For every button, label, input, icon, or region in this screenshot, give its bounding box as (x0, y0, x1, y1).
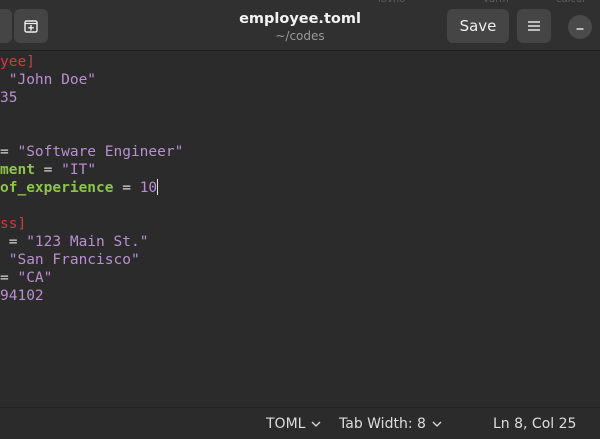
section-header: yee] (0, 54, 35, 70)
operator-token: = (113, 180, 140, 196)
chevron-down-icon (311, 421, 321, 427)
header-bar: lovno varm calcul employee.toml ~/codes … (0, 0, 600, 51)
string-token: "CA" (17, 270, 53, 286)
code-line[interactable]: "John Doe" (0, 71, 96, 89)
text-cursor (157, 179, 159, 195)
code-line[interactable]: = "123 Main St." (0, 233, 149, 251)
code-line[interactable]: "San Francisco" (0, 251, 140, 269)
operator-token (0, 252, 9, 268)
hamburger-menu-icon (528, 21, 540, 31)
language-label: TOML (266, 416, 306, 432)
new-tab-button[interactable] (14, 9, 48, 43)
minimize-button[interactable] (568, 15, 592, 39)
language-selector[interactable]: TOML (266, 416, 321, 432)
number-token: 10 (139, 180, 158, 196)
code-line[interactable]: yee] (0, 53, 35, 71)
code-editor[interactable]: yee] "John Doe" 35 = "Software Engineer" me… (0, 51, 600, 407)
string-token: "123 Main St." (26, 234, 149, 250)
code-line[interactable]: ss] (0, 215, 26, 233)
string-token: "John Doe" (0, 72, 97, 88)
status-bar: TOML Tab Width: 8 Ln 8, Col 25 (0, 407, 600, 439)
background-tab-label: varm (483, 0, 509, 5)
key-token: ment (0, 162, 35, 178)
section-header: ss] (0, 216, 27, 232)
main-menu-button[interactable] (517, 9, 551, 43)
number-token: 35 (0, 90, 18, 106)
operator-token: = (0, 234, 27, 250)
string-token: "Software Engineer" (17, 144, 184, 160)
tab-width-label: Tab Width: 8 (339, 416, 426, 432)
operator-token: = (0, 144, 18, 160)
code-line[interactable]: = "Software Engineer" (0, 143, 183, 161)
operator-token: = (34, 162, 62, 178)
string-token: "IT" (61, 162, 97, 178)
open-button[interactable] (0, 9, 12, 43)
cursor-position-label: Ln 8, Col 25 (493, 416, 577, 432)
number-token: 94102 (0, 288, 44, 304)
save-button[interactable]: Save (447, 9, 509, 43)
text-editor-window: lovno varm calcul employee.toml ~/codes … (0, 0, 600, 439)
code-line[interactable]: 35 (0, 89, 17, 107)
string-token: "San Francisco" (8, 252, 140, 268)
new-tab-icon (24, 20, 38, 33)
background-tab-label: lovno (378, 0, 405, 5)
document-title: employee.toml (239, 11, 361, 27)
code-line[interactable]: ment = "IT" (0, 161, 96, 179)
cursor-position[interactable]: Ln 8, Col 25 (493, 416, 576, 432)
minimize-icon (576, 28, 584, 30)
chevron-down-icon (432, 421, 442, 427)
background-tab-label: calcul (556, 0, 585, 5)
code-line[interactable]: 94102 (0, 287, 44, 305)
code-line[interactable]: of_experience = 10 (0, 179, 159, 197)
operator-token: = (0, 270, 18, 286)
key-token: of_experience (0, 180, 114, 196)
document-path: ~/codes (275, 29, 325, 43)
tab-width-selector[interactable]: Tab Width: 8 (339, 416, 442, 432)
window-title: employee.toml ~/codes (180, 9, 420, 43)
code-line[interactable]: = "CA" (0, 269, 52, 287)
